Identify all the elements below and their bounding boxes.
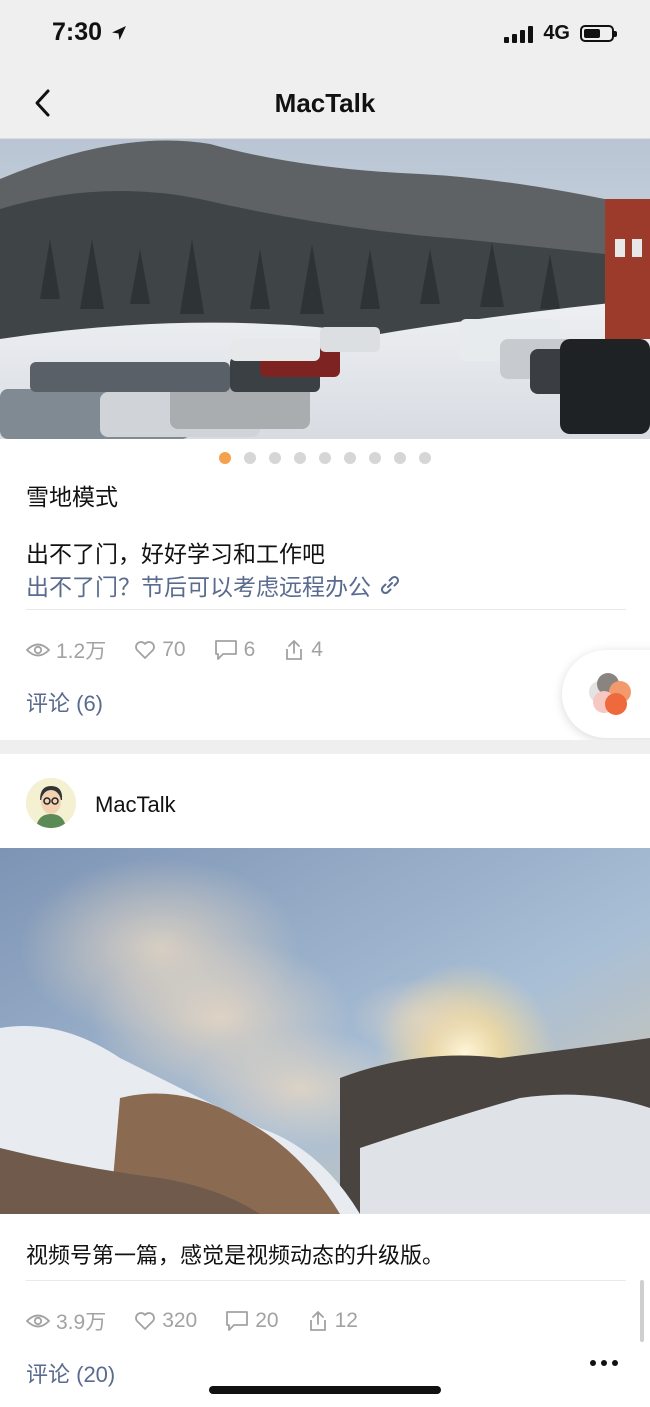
status-bar: 7:30 4G xyxy=(0,0,650,66)
author-row[interactable]: MacTalk xyxy=(0,770,650,834)
eye-icon xyxy=(26,1314,50,1328)
share-icon xyxy=(309,1311,326,1331)
battery-icon xyxy=(580,25,617,42)
carousel-dot[interactable] xyxy=(419,452,431,464)
home-indicator[interactable] xyxy=(209,1386,441,1394)
post-text: 出不了门，好好学习和工作吧 xyxy=(26,541,325,567)
carousel-dot[interactable] xyxy=(344,452,356,464)
link-icon xyxy=(380,575,400,595)
likes-count: 70 xyxy=(162,638,186,661)
comments-count: 20 xyxy=(255,1309,279,1332)
author-name[interactable]: MacTalk xyxy=(95,792,176,818)
avatar[interactable] xyxy=(26,778,76,828)
carousel-dot[interactable] xyxy=(319,452,331,464)
carousel-dot-active[interactable] xyxy=(219,452,231,464)
comments-count: 6 xyxy=(243,638,256,661)
carousel-dot[interactable] xyxy=(244,452,256,464)
comment-button[interactable]: 6 xyxy=(214,638,256,662)
carousel-dot[interactable] xyxy=(269,452,281,464)
signal-icon xyxy=(504,25,534,43)
nav-bar: MacTalk xyxy=(0,66,650,139)
status-time: 7:30 xyxy=(52,18,103,46)
location-arrow-icon xyxy=(112,26,126,40)
share-icon xyxy=(286,640,303,660)
comment-icon xyxy=(226,1311,249,1331)
post-image-snow[interactable] xyxy=(0,139,650,439)
divider xyxy=(26,1280,626,1281)
divider xyxy=(26,609,626,610)
heart-icon xyxy=(135,1312,156,1330)
views-count: 1.2万 xyxy=(56,640,107,663)
post-image-volcano[interactable] xyxy=(0,848,650,1214)
shares-count: 12 xyxy=(334,1309,358,1332)
post-text: 视频号第一篇，感觉是视频动态的升级版。 xyxy=(26,1243,445,1268)
comment-button[interactable]: 20 xyxy=(225,1309,279,1333)
page-title: MacTalk xyxy=(274,88,376,118)
carousel-dot[interactable] xyxy=(294,452,306,464)
post-stats: 1.2万 70 6 4 xyxy=(26,635,351,665)
eye-icon xyxy=(26,643,50,657)
views-count: 3.9万 xyxy=(56,1311,107,1334)
comments-link[interactable]: 评论 (20) xyxy=(26,1357,115,1389)
shares-count: 4 xyxy=(311,638,323,661)
like-button[interactable]: 320 xyxy=(134,1309,197,1333)
like-button[interactable]: 70 xyxy=(134,638,186,662)
post-stats: 3.9万 320 20 12 xyxy=(26,1306,386,1336)
share-button[interactable]: 12 xyxy=(307,1309,358,1333)
post-link[interactable]: 出不了门？节后可以考虑远程办公 xyxy=(26,568,401,602)
comment-icon xyxy=(214,640,237,660)
views-stat: 3.9万 xyxy=(26,1306,106,1336)
author-avatar-icon xyxy=(26,778,76,828)
scrollbar[interactable] xyxy=(640,1280,644,1342)
share-button[interactable]: 4 xyxy=(283,638,323,662)
app-logo-icon xyxy=(589,673,631,715)
post-link-text: 出不了门？节后可以考虑远程办公 xyxy=(26,574,371,600)
status-indicators: 4G xyxy=(504,22,617,45)
heart-icon xyxy=(135,641,156,659)
likes-count: 320 xyxy=(162,1309,198,1332)
more-options-button[interactable] xyxy=(590,1360,618,1366)
views-stat: 1.2万 xyxy=(26,635,106,665)
floating-action-button[interactable] xyxy=(562,650,650,738)
carousel-dot[interactable] xyxy=(394,452,406,464)
carousel-dot[interactable] xyxy=(369,452,381,464)
post-title: 雪地模式 xyxy=(26,484,118,510)
feed-separator xyxy=(0,740,650,754)
comments-link[interactable]: 评论 (6) xyxy=(26,686,103,718)
network-type: 4G xyxy=(543,22,570,44)
carousel-indicator[interactable] xyxy=(0,452,650,464)
